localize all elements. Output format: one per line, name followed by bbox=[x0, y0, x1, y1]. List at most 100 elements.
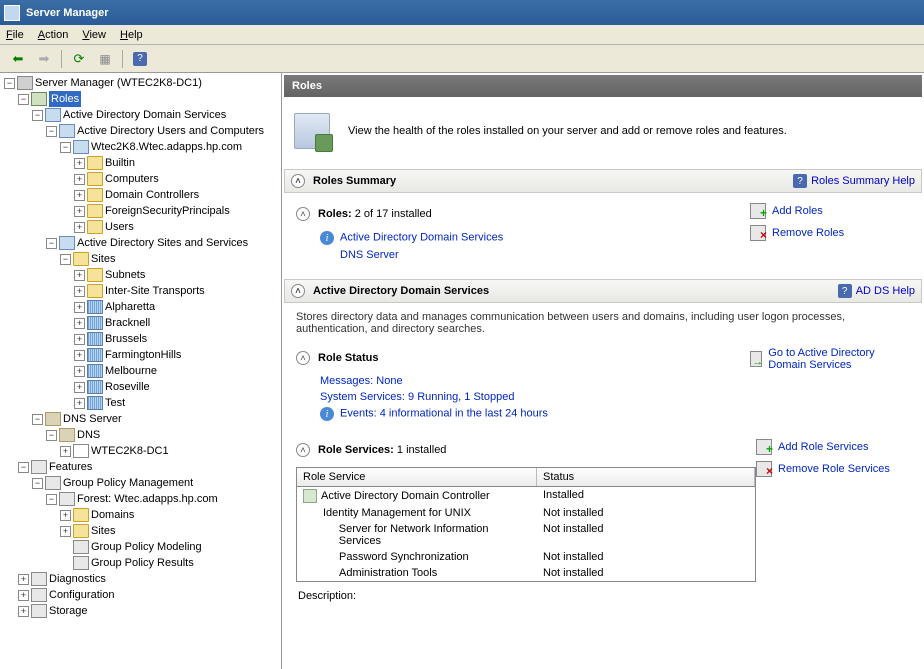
expand-icon[interactable]: + bbox=[60, 526, 71, 537]
collapse-button[interactable]: ˄ bbox=[291, 174, 305, 188]
expand-icon[interactable]: + bbox=[18, 590, 29, 601]
expand-icon[interactable]: − bbox=[46, 494, 57, 505]
tree-config[interactable]: Configuration bbox=[49, 587, 114, 603]
expand-icon[interactable]: + bbox=[18, 574, 29, 585]
expand-icon[interactable]: + bbox=[74, 270, 85, 281]
tree-site[interactable]: Roseville bbox=[105, 379, 150, 395]
expand-icon[interactable]: − bbox=[18, 462, 29, 473]
tree-site[interactable]: FarmingtonHills bbox=[105, 347, 181, 363]
menu-help[interactable]: Help bbox=[120, 29, 143, 41]
tree-users[interactable]: Users bbox=[105, 219, 134, 235]
events-value[interactable]: 4 informational in the last 24 hours bbox=[380, 408, 548, 420]
go-adds-link[interactable]: Go to Active Directory Domain Services bbox=[750, 347, 910, 371]
tree-dns[interactable]: DNS bbox=[77, 427, 100, 443]
expand-icon[interactable]: − bbox=[32, 110, 43, 121]
tree-features[interactable]: Features bbox=[49, 459, 92, 475]
collapse-button[interactable]: ˄ bbox=[296, 351, 310, 365]
expand-icon[interactable]: − bbox=[32, 478, 43, 489]
tree-site[interactable]: Alpharetta bbox=[105, 299, 155, 315]
tree-site[interactable]: Bracknell bbox=[105, 315, 150, 331]
tree-adds[interactable]: Active Directory Domain Services bbox=[63, 107, 226, 123]
expand-icon[interactable]: − bbox=[60, 254, 71, 265]
expand-icon[interactable]: + bbox=[60, 510, 71, 521]
expand-icon[interactable]: + bbox=[60, 446, 71, 457]
expand-icon[interactable]: + bbox=[74, 350, 85, 361]
tree-site[interactable]: Melbourne bbox=[105, 363, 157, 379]
tree-fsp[interactable]: ForeignSecurityPrincipals bbox=[105, 203, 230, 219]
expand-icon[interactable]: + bbox=[74, 206, 85, 217]
tree-site[interactable]: Brussels bbox=[105, 331, 147, 347]
back-button[interactable]: ⬅ bbox=[6, 48, 30, 70]
tree-computers[interactable]: Computers bbox=[105, 171, 159, 187]
expand-icon[interactable]: + bbox=[74, 366, 85, 377]
add-roles-link[interactable]: Add Roles bbox=[750, 203, 910, 219]
messages-value[interactable]: None bbox=[376, 375, 402, 387]
table-row[interactable]: Server for Network Information ServicesN… bbox=[297, 521, 755, 549]
tree-diag[interactable]: Diagnostics bbox=[49, 571, 106, 587]
navigation-tree[interactable]: −Server Manager (WTEC2K8-DC1) −Roles −Ac… bbox=[0, 73, 282, 669]
col-role-service[interactable]: Role Service bbox=[297, 468, 537, 486]
expand-icon[interactable]: − bbox=[18, 94, 29, 105]
expand-icon[interactable]: − bbox=[32, 414, 43, 425]
expand-icon[interactable]: − bbox=[46, 430, 57, 441]
role-link-adds[interactable]: Active Directory Domain Services bbox=[340, 232, 503, 244]
expand-icon[interactable]: − bbox=[4, 78, 15, 89]
tree-gp-results[interactable]: Group Policy Results bbox=[91, 555, 194, 571]
tree-gp-sites[interactable]: Sites bbox=[91, 523, 115, 539]
refresh-button[interactable]: ⟳ bbox=[67, 48, 91, 70]
tree-adss[interactable]: Active Directory Sites and Services bbox=[77, 235, 248, 251]
expand-icon[interactable]: − bbox=[46, 126, 57, 137]
tree-roles[interactable]: Roles bbox=[49, 91, 81, 107]
expand-icon[interactable]: + bbox=[74, 158, 85, 169]
collapse-button[interactable]: ˄ bbox=[296, 207, 310, 221]
table-row[interactable]: Administration ToolsNot installed bbox=[297, 565, 755, 581]
expand-icon[interactable]: + bbox=[74, 222, 85, 233]
tree-dns-host[interactable]: WTEC2K8-DC1 bbox=[91, 443, 169, 459]
tree-root[interactable]: Server Manager (WTEC2K8-DC1) bbox=[35, 75, 202, 91]
collapse-button[interactable]: ˄ bbox=[296, 443, 310, 457]
role-link-dns[interactable]: DNS Server bbox=[340, 249, 399, 261]
menu-view[interactable]: View bbox=[82, 29, 106, 41]
tree-domains[interactable]: Domains bbox=[91, 507, 134, 523]
expand-icon[interactable]: + bbox=[74, 334, 85, 345]
tree-builtin[interactable]: Builtin bbox=[105, 155, 135, 171]
table-row[interactable]: Active Directory Domain ControllerInstal… bbox=[297, 487, 755, 505]
expand-icon[interactable]: + bbox=[74, 286, 85, 297]
system-services-value[interactable]: 9 Running, 1 Stopped bbox=[408, 391, 514, 403]
tree-aduc[interactable]: Active Directory Users and Computers bbox=[77, 123, 264, 139]
table-row[interactable]: Identity Management for UNIXNot installe… bbox=[297, 505, 755, 521]
menu-action[interactable]: Action bbox=[38, 29, 69, 41]
properties-button[interactable]: ▦ bbox=[93, 48, 117, 70]
tree-subnets[interactable]: Subnets bbox=[105, 267, 145, 283]
remove-role-services-link[interactable]: Remove Role Services bbox=[756, 461, 910, 477]
expand-icon[interactable]: − bbox=[46, 238, 57, 249]
forward-button[interactable]: ➡ bbox=[32, 48, 56, 70]
expand-icon[interactable]: + bbox=[74, 174, 85, 185]
tree-forest[interactable]: Forest: Wtec.adapps.hp.com bbox=[77, 491, 218, 507]
expand-icon[interactable]: + bbox=[74, 382, 85, 393]
tree-site[interactable]: Test bbox=[105, 395, 125, 411]
add-role-services-link[interactable]: Add Role Services bbox=[756, 439, 910, 455]
expand-icon[interactable]: + bbox=[74, 302, 85, 313]
tree-dns-server[interactable]: DNS Server bbox=[63, 411, 122, 427]
menu-file[interactable]: File bbox=[6, 29, 24, 41]
tree-gp-model[interactable]: Group Policy Modeling bbox=[91, 539, 202, 555]
adds-help-link[interactable]: ?AD DS Help bbox=[838, 284, 915, 298]
expand-icon[interactable]: − bbox=[60, 142, 71, 153]
expand-icon[interactable]: + bbox=[74, 318, 85, 329]
help-button[interactable]: ? bbox=[128, 48, 152, 70]
expand-icon[interactable]: + bbox=[18, 606, 29, 617]
expand-icon[interactable]: + bbox=[74, 190, 85, 201]
expand-icon[interactable]: + bbox=[74, 398, 85, 409]
col-status[interactable]: Status bbox=[537, 468, 755, 486]
tree-dcs[interactable]: Domain Controllers bbox=[105, 187, 199, 203]
table-row[interactable]: Password SynchronizationNot installed bbox=[297, 549, 755, 565]
tree-storage[interactable]: Storage bbox=[49, 603, 88, 619]
summary-help-link[interactable]: ?Roles Summary Help bbox=[793, 174, 915, 188]
tree-gpm[interactable]: Group Policy Management bbox=[63, 475, 193, 491]
tree-sites-folder[interactable]: Sites bbox=[91, 251, 115, 267]
tree-ist[interactable]: Inter-Site Transports bbox=[105, 283, 205, 299]
remove-roles-link[interactable]: Remove Roles bbox=[750, 225, 910, 241]
collapse-button[interactable]: ˄ bbox=[291, 284, 305, 298]
tree-domain[interactable]: Wtec2K8.Wtec.adapps.hp.com bbox=[91, 139, 242, 155]
